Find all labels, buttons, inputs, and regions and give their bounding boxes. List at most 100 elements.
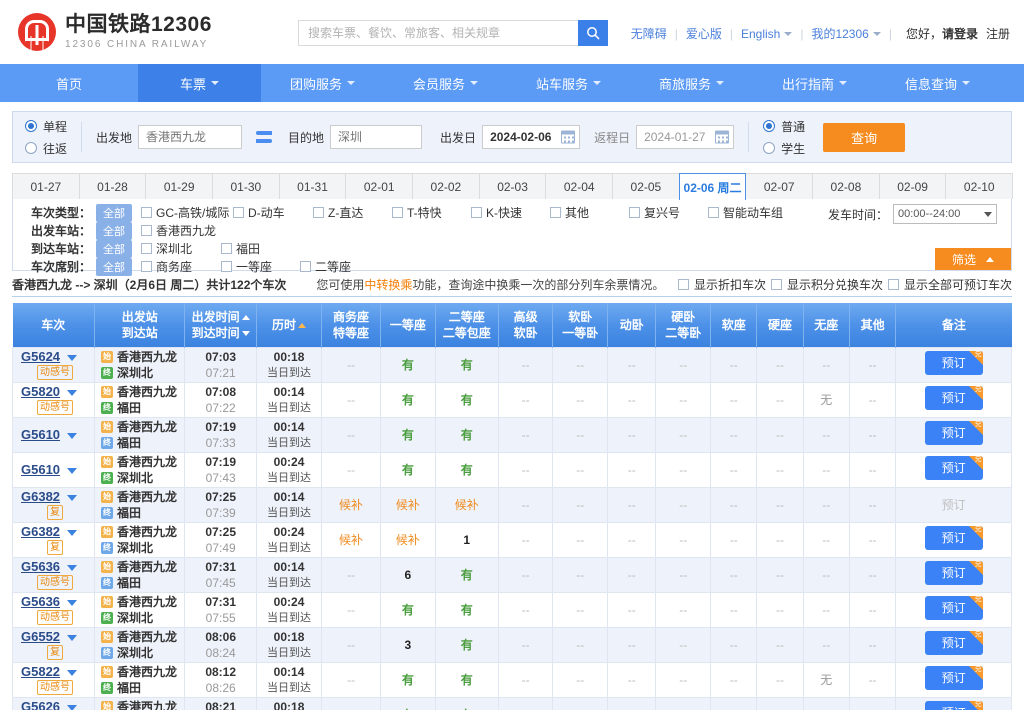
sort-asc-icon[interactable] [298, 322, 307, 328]
date-tab-0128[interactable]: 01-28 [78, 173, 147, 199]
nav-item-group-buy[interactable]: 团购服务 [261, 64, 384, 102]
nav-item-station-service[interactable]: 站车服务 [507, 64, 630, 102]
checkbox-gc[interactable]: GC-高铁/城际 [141, 204, 233, 221]
chevron-down-icon[interactable] [67, 389, 78, 396]
nav-item-home[interactable]: 首页 [0, 64, 138, 102]
train-number-link[interactable]: G5636 [21, 559, 60, 574]
checkbox-hk-west-kowloon[interactable]: 香港西九龙 [141, 222, 216, 239]
date-tab-0131[interactable]: 01-31 [278, 173, 347, 199]
nav-item-business-travel[interactable]: 商旅服务 [630, 64, 753, 102]
link-care-version[interactable]: 爱心版 [686, 25, 722, 42]
site-logo[interactable]: 中国铁路12306 12306 CHINA RAILWAY [18, 13, 212, 51]
from-input[interactable] [138, 125, 243, 149]
checkbox-second-class[interactable]: 二等座 [300, 258, 351, 275]
radio-normal[interactable]: 普通 [763, 118, 805, 135]
train-number-link[interactable]: G6382 [21, 489, 60, 504]
date-tab-0208[interactable]: 02-08 [812, 173, 880, 199]
checkbox-k[interactable]: K-快速 [471, 204, 550, 221]
checkbox-futian[interactable]: 福田 [221, 240, 260, 257]
checkbox-fuxing[interactable]: 复兴号 [629, 204, 708, 221]
checkbox-show-all-bookable[interactable]: 显示全部可预订车次 [887, 276, 1012, 293]
date-tab-0129[interactable]: 01-29 [145, 173, 214, 199]
date-tab-0201[interactable]: 02-01 [345, 173, 414, 199]
chevron-down-icon[interactable] [67, 669, 78, 676]
col-train-no[interactable]: 车次 [12, 303, 96, 347]
transfer-link[interactable]: 中转换乘 [364, 278, 412, 292]
train-number-link[interactable]: G5636 [21, 594, 60, 609]
nav-item-travel-guide[interactable]: 出行指南 [753, 64, 876, 102]
radio-student[interactable]: 学生 [763, 140, 805, 157]
nav-item-tickets[interactable]: 车票 [138, 64, 261, 102]
apply-filter-button[interactable]: 筛选 [935, 248, 1011, 270]
chevron-down-icon[interactable] [67, 432, 78, 439]
nav-item-member[interactable]: 会员服务 [384, 64, 507, 102]
checkbox-t[interactable]: T-特快 [392, 204, 471, 221]
chevron-down-icon[interactable] [67, 634, 78, 641]
sort-asc-icon[interactable] [241, 314, 250, 320]
book-button[interactable]: 预订兑 [924, 631, 983, 655]
checkbox-show-points-exchange[interactable]: 显示积分兑换车次 [770, 276, 883, 293]
checkbox-d[interactable]: D-动车 [233, 204, 313, 221]
chevron-down-icon[interactable] [67, 467, 78, 474]
train-number-link[interactable]: G5822 [21, 664, 60, 679]
filter-all-chip[interactable]: 全部 [96, 203, 132, 222]
filter-all-chip[interactable]: 全部 [96, 239, 132, 258]
link-accessibility[interactable]: 无障碍 [631, 25, 667, 42]
book-button[interactable]: 预订兑 [924, 421, 983, 445]
train-number-link[interactable]: G6552 [21, 629, 60, 644]
chevron-down-icon[interactable] [67, 354, 78, 361]
train-number-link[interactable]: G5624 [21, 349, 60, 364]
book-button[interactable]: 预订兑 [924, 596, 983, 620]
date-tab-0203[interactable]: 02-03 [478, 173, 547, 199]
chevron-down-icon[interactable] [67, 599, 78, 606]
col-duration[interactable]: 历时 [256, 303, 323, 347]
checkbox-other[interactable]: 其他 [550, 204, 629, 221]
date-tab-0127[interactable]: 01-27 [12, 173, 80, 199]
checkbox-shenzhen-north[interactable]: 深圳北 [141, 240, 221, 257]
chevron-down-icon[interactable] [67, 529, 78, 536]
chevron-down-icon[interactable] [67, 494, 78, 501]
col-times[interactable]: 出发时间 到达时间 [184, 303, 257, 347]
radio-roundtrip[interactable]: 往返 [25, 140, 67, 157]
login-link[interactable]: 请登录 [942, 25, 978, 42]
search-button[interactable] [578, 20, 608, 46]
query-button[interactable]: 查询 [823, 122, 906, 152]
train-number-link[interactable]: G5610 [21, 462, 60, 477]
link-my12306[interactable]: 我的12306 [811, 25, 868, 42]
calendar-icon[interactable] [715, 130, 730, 144]
date-tab-0207[interactable]: 02-07 [745, 173, 814, 199]
calendar-icon[interactable] [561, 130, 576, 144]
checkbox-z[interactable]: Z-直达 [313, 204, 392, 221]
book-button[interactable]: 预订兑 [924, 526, 983, 550]
search-input[interactable] [298, 20, 578, 46]
radio-oneway[interactable]: 单程 [25, 118, 67, 135]
checkbox-business-class[interactable]: 商务座 [141, 258, 221, 275]
book-button[interactable]: 预订兑 [924, 666, 983, 690]
date-tab-0205[interactable]: 02-05 [612, 173, 680, 199]
checkbox-first-class[interactable]: 一等座 [221, 258, 300, 275]
swap-stations-icon[interactable] [256, 130, 274, 144]
date-tab-0130[interactable]: 01-30 [212, 173, 280, 199]
checkbox-show-discount[interactable]: 显示折扣车次 [677, 276, 766, 293]
date-tab-0210[interactable]: 02-10 [945, 173, 1014, 199]
to-input[interactable] [330, 125, 423, 149]
chevron-down-icon[interactable] [67, 704, 78, 710]
train-number-link[interactable]: G5610 [21, 427, 60, 442]
train-number-link[interactable]: G6382 [21, 524, 60, 539]
register-link[interactable]: 注册 [986, 25, 1010, 42]
date-tab-0206-selected[interactable]: 02-06 周二 [678, 173, 747, 200]
train-number-link[interactable]: G5820 [21, 384, 60, 399]
chevron-down-icon[interactable] [67, 564, 78, 571]
date-tab-0202[interactable]: 02-02 [412, 173, 480, 199]
filter-all-chip[interactable]: 全部 [96, 221, 132, 240]
date-tab-0209[interactable]: 02-09 [878, 173, 947, 199]
book-button[interactable]: 预订兑 [924, 701, 983, 710]
book-button[interactable]: 预订兑 [924, 351, 983, 375]
link-english[interactable]: English [741, 27, 780, 41]
nav-item-info-query[interactable]: 信息查询 [876, 64, 999, 102]
depart-time-select[interactable]: 00:00--24:00 [893, 204, 997, 224]
date-tab-0204[interactable]: 02-04 [545, 173, 614, 199]
book-button[interactable]: 预订兑 [924, 386, 983, 410]
filter-all-chip[interactable]: 全部 [96, 257, 132, 276]
book-button[interactable]: 预订兑 [924, 456, 983, 480]
